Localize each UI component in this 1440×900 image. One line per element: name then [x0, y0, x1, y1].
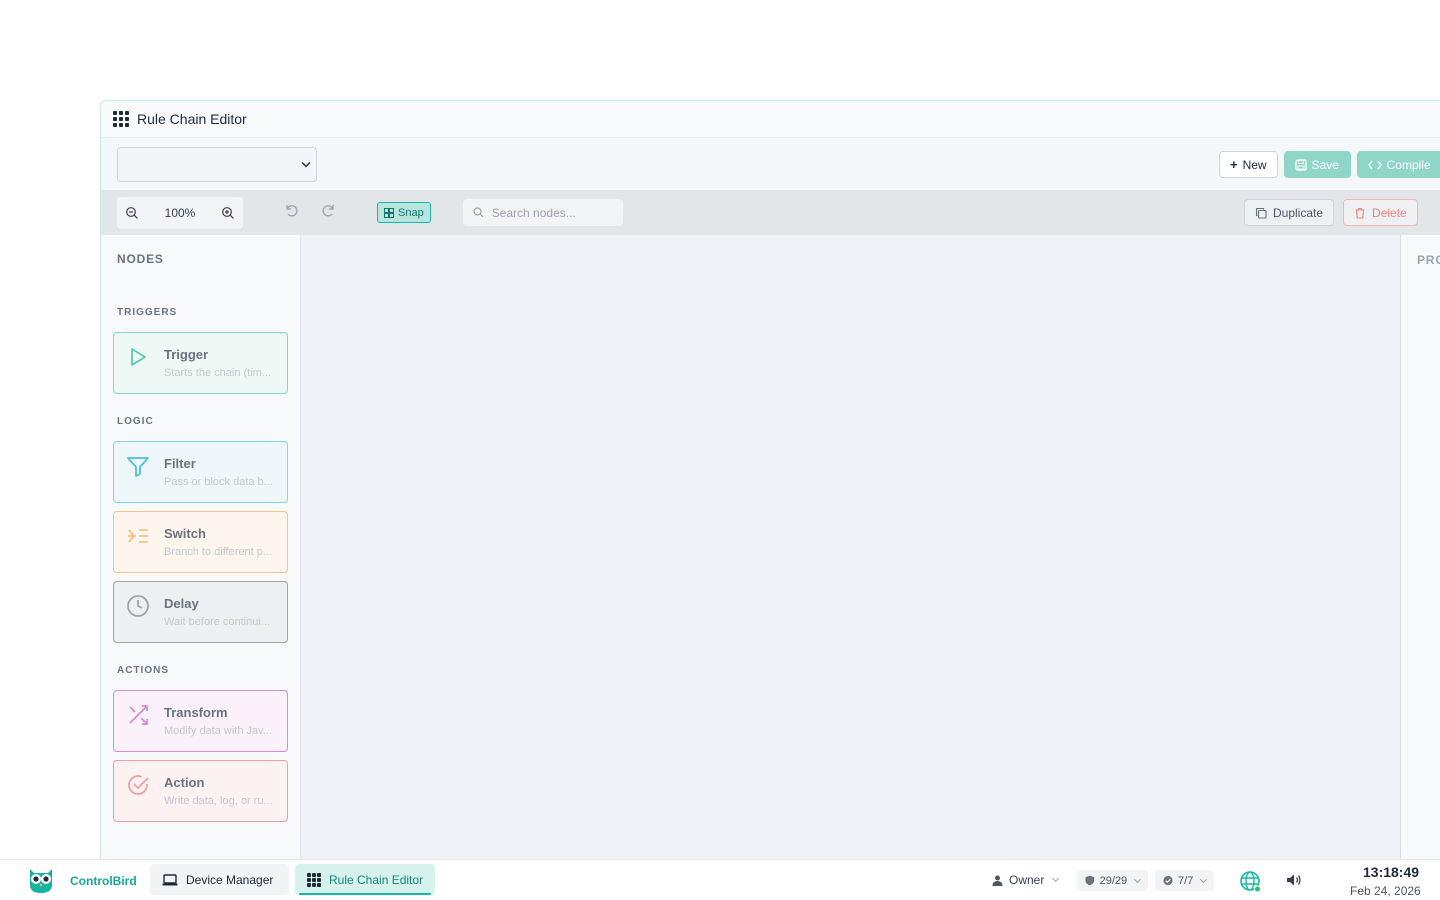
zoom-controls: 100%: [117, 196, 243, 229]
check-status[interactable]: 7/7: [1155, 870, 1214, 891]
filter-icon: [127, 457, 149, 477]
properties-panel: PRO: [1401, 235, 1440, 859]
node-card-delay[interactable]: Delay Wait before continui...: [113, 581, 288, 643]
node-desc: Write data, log, or ru...: [164, 795, 273, 807]
properties-title: PRO: [1417, 253, 1440, 267]
grid-icon: [307, 872, 321, 887]
shield-icon: [1085, 875, 1095, 886]
node-desc: Starts the chain (tim...: [164, 367, 271, 379]
node-desc: Branch to different p...: [164, 546, 273, 558]
chevron-down-icon: [1200, 875, 1208, 883]
duplicate-label: Duplicate: [1273, 205, 1324, 220]
node-name: Transform: [164, 705, 228, 720]
taskbar: ControlBird Device Manager Rule Chain Ed…: [0, 859, 1440, 900]
shuffle-icon: [129, 705, 148, 725]
node-desc: Wait before continui...: [164, 616, 270, 628]
brand-name: ControlBird: [70, 874, 137, 888]
window-title: Rule Chain Editor: [137, 111, 247, 127]
undo-icon[interactable]: [283, 202, 299, 223]
user-menu[interactable]: Owner: [992, 873, 1060, 887]
laptop-icon: [162, 873, 178, 885]
zoom-level: 100%: [164, 205, 196, 220]
new-button[interactable]: + New: [1219, 151, 1278, 178]
save-icon: [1294, 158, 1307, 171]
node-desc: Modify data with Jav...: [164, 725, 273, 737]
snap-label: Snap: [398, 206, 424, 219]
zoom-out-icon[interactable]: [125, 206, 139, 220]
node-name: Trigger: [164, 347, 209, 362]
node-desc: Pass or block data b...: [164, 476, 273, 488]
compile-button[interactable]: Compile: [1356, 151, 1440, 178]
node-card-trigger[interactable]: Trigger Starts the chain (tim...: [113, 332, 288, 394]
search-nodes-input[interactable]: Search nodes...: [462, 199, 623, 226]
chevron-down-icon: [1052, 874, 1060, 883]
search-placeholder: Search nodes...: [491, 205, 576, 220]
task-label: Device Manager: [186, 872, 274, 887]
snap-toggle[interactable]: Snap: [377, 202, 431, 223]
owl-logo-icon[interactable]: [25, 863, 57, 895]
taskbar-device-manager[interactable]: Device Manager: [150, 864, 289, 895]
volume-icon[interactable]: [1286, 873, 1302, 887]
plus-icon: +: [1230, 157, 1238, 172]
user-name: Owner: [1009, 873, 1045, 887]
window-titlebar[interactable]: Rule Chain Editor: [101, 101, 1440, 138]
clock-date: Feb 24, 2026: [1350, 884, 1421, 898]
clock-icon: [127, 595, 149, 617]
node-name: Action: [164, 775, 205, 790]
save-button-label: Save: [1311, 157, 1339, 172]
code-icon: [1367, 160, 1382, 169]
node-name: Delay: [164, 596, 199, 611]
user-icon: [992, 875, 1003, 886]
grid-icon: [113, 111, 129, 127]
node-name: Switch: [164, 526, 206, 541]
section-label-triggers: TRIGGERS: [117, 307, 178, 318]
delete-button[interactable]: Delete: [1343, 199, 1418, 226]
redo-icon[interactable]: [321, 202, 337, 223]
new-button-label: New: [1242, 157, 1267, 172]
node-card-transform[interactable]: Transform Modify data with Jav...: [113, 690, 288, 752]
editor-toolbar: 100% Snap Search nodes... Duplicate Dele…: [101, 190, 1440, 235]
compile-button-label: Compile: [1386, 157, 1431, 172]
search-icon: [473, 207, 484, 218]
copy-icon: [1255, 207, 1267, 219]
section-label-logic: LOGIC: [117, 416, 154, 427]
play-icon: [131, 348, 146, 366]
check-circle-icon: [128, 775, 149, 795]
clock-time: 13:18:49: [1363, 864, 1420, 880]
node-name: Filter: [164, 456, 196, 471]
taskbar-rule-chain-editor[interactable]: Rule Chain Editor: [295, 864, 435, 895]
save-button[interactable]: Save: [1283, 151, 1351, 178]
nodes-sidebar: NODES TRIGGERS Trigger Starts the chain …: [101, 235, 301, 859]
node-card-action[interactable]: Action Write data, log, or ru...: [113, 760, 288, 822]
chevron-down-icon: [1134, 875, 1142, 883]
topbar: + New Save Compile: [101, 138, 1440, 190]
rule-chain-canvas[interactable]: [301, 235, 1401, 859]
task-label: Rule Chain Editor: [329, 872, 424, 887]
duplicate-button[interactable]: Duplicate: [1244, 199, 1335, 226]
shield-status[interactable]: 29/29: [1077, 870, 1148, 891]
check-circle-icon: [1163, 875, 1173, 886]
nodes-title: NODES: [117, 252, 164, 266]
rule-chain-editor-window: Rule Chain Editor + New Save Compile 100…: [100, 100, 1440, 860]
globe-network-icon[interactable]: [1238, 869, 1262, 893]
chevron-down-icon: [301, 157, 311, 168]
shield-count: 29/29: [1099, 874, 1128, 887]
delete-label: Delete: [1372, 205, 1407, 220]
branch-icon: [128, 529, 148, 543]
trash-icon: [1355, 207, 1365, 219]
node-card-filter[interactable]: Filter Pass or block data b...: [113, 441, 288, 503]
section-label-actions: ACTIONS: [117, 665, 169, 676]
rule-chain-select[interactable]: [117, 146, 317, 182]
grid-snap-icon: [384, 207, 394, 218]
zoom-in-icon[interactable]: [221, 206, 235, 220]
check-count: 7/7: [1178, 874, 1194, 887]
node-card-switch[interactable]: Switch Branch to different p...: [113, 511, 288, 573]
active-indicator: [299, 893, 431, 895]
